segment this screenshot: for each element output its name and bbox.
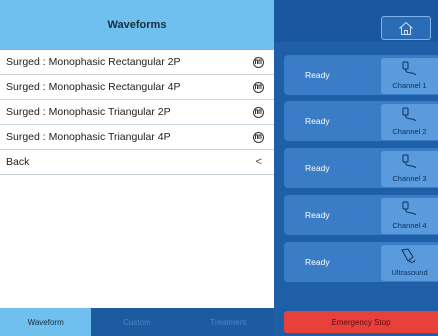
waveform-list: Surged : Monophasic Rectangular 2P Surge… <box>0 50 274 175</box>
back-label: Back <box>6 156 30 168</box>
tab-waveform[interactable]: Waveform <box>0 308 92 336</box>
channel-1-button[interactable]: Channel 1 <box>381 58 438 94</box>
channel-status: Ready <box>305 257 330 267</box>
channel-panel: Ready Channel 1 Ready Channel 2 Ready Ch… <box>274 0 438 336</box>
electrode-cable-icon <box>402 201 417 216</box>
electrode-cable-icon <box>402 61 417 76</box>
channel-label: Channel 2 <box>392 127 427 136</box>
channel-row-3: Ready Channel 3 <box>284 148 438 188</box>
channel-row-1: Ready Channel 1 <box>284 55 438 95</box>
channel-label: Channel 1 <box>392 81 427 90</box>
channel-row-2: Ready Channel 2 <box>284 101 438 141</box>
waveform-item-tri-4p[interactable]: Surged : Monophasic Triangular 4P <box>0 125 274 150</box>
ultrasound-button[interactable]: Ultrasound <box>381 245 438 281</box>
waveform-item-label: Surged : Monophasic Rectangular 4P <box>6 81 181 93</box>
electrode-icon <box>253 106 264 118</box>
electrode-cable-icon <box>402 154 417 169</box>
waveform-item-rect-4p[interactable]: Surged : Monophasic Rectangular 4P <box>0 75 274 100</box>
channel-label: Channel 4 <box>392 221 427 230</box>
waveform-item-tri-2p[interactable]: Surged : Monophasic Triangular 2P <box>0 100 274 125</box>
tab-custom[interactable]: Custom <box>91 308 183 336</box>
channel-4-button[interactable]: Channel 4 <box>381 198 438 234</box>
waveform-item-label: Surged : Monophasic Rectangular 2P <box>6 56 181 68</box>
back-button[interactable]: Back < <box>0 150 274 175</box>
waveform-item-rect-2p[interactable]: Surged : Monophasic Rectangular 2P <box>0 50 274 75</box>
home-button[interactable] <box>381 16 431 40</box>
electrode-icon <box>253 56 264 68</box>
tab-treatment[interactable]: Treatment <box>182 308 274 336</box>
page-title: Waveforms <box>0 0 274 50</box>
channel-status: Ready <box>305 163 330 173</box>
channel-status: Ready <box>305 116 330 126</box>
chevron-left-icon: < <box>255 156 262 168</box>
channel-3-button[interactable]: Channel 3 <box>381 151 438 187</box>
emergency-stop-button[interactable]: Emergency Stop <box>284 311 438 333</box>
channel-label: Channel 3 <box>392 174 427 183</box>
home-icon <box>399 21 413 35</box>
channel-status: Ready <box>305 70 330 80</box>
waveform-item-label: Surged : Monophasic Triangular 4P <box>6 131 171 143</box>
top-bar <box>274 0 438 42</box>
channel-status: Ready <box>305 210 330 220</box>
electrode-cable-icon <box>402 107 417 122</box>
channel-row-4: Ready Channel 4 <box>284 195 438 235</box>
waveform-item-label: Surged : Monophasic Triangular 2P <box>6 106 171 118</box>
waveform-panel: Waveforms Surged : Monophasic Rectangula… <box>0 0 274 336</box>
electrode-icon <box>253 131 264 143</box>
channel-2-button[interactable]: Channel 2 <box>381 104 438 140</box>
electrode-icon <box>253 81 264 93</box>
ultrasound-probe-icon <box>401 248 416 263</box>
bottom-tabs: Waveform Custom Treatment <box>0 308 274 336</box>
channel-label: Ultrasound <box>391 268 428 277</box>
channel-row-ultrasound: Ready Ultrasound <box>284 242 438 282</box>
